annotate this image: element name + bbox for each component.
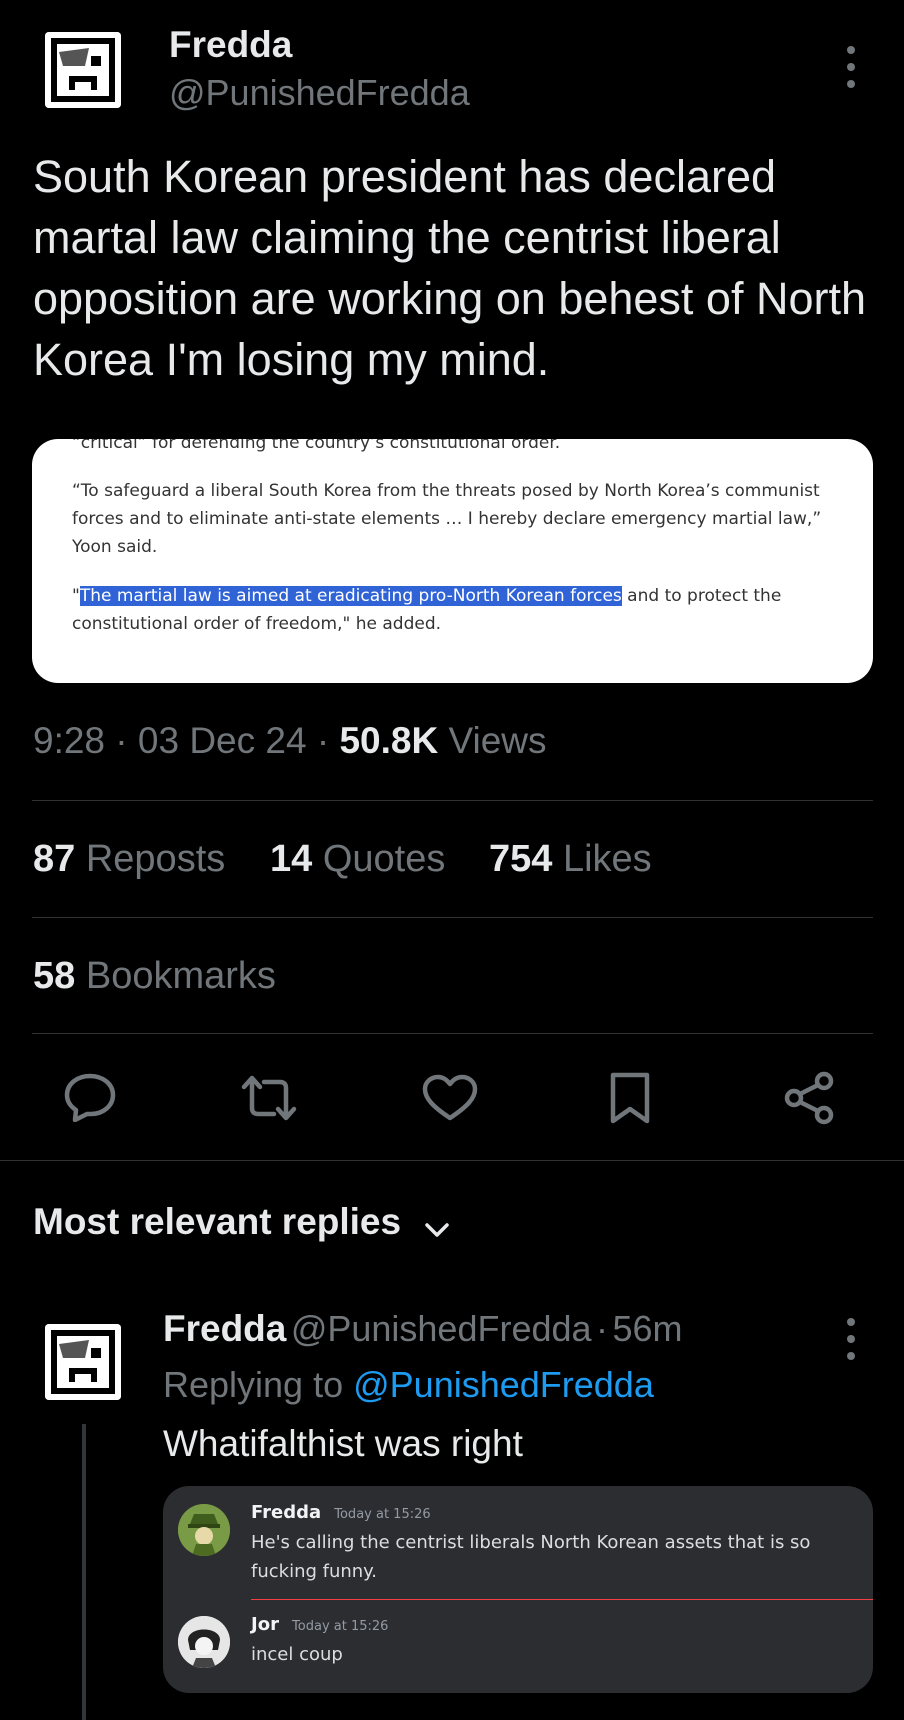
discord-avatar-jor <box>178 1616 230 1668</box>
discord-avatar-fredda <box>178 1504 230 1556</box>
replies-section-title: Most relevant replies <box>33 1201 402 1242</box>
chevron-down-icon <box>424 1223 449 1237</box>
bookmark-button[interactable] <box>607 1071 653 1130</box>
pixel-skull-avatar-icon <box>45 32 121 108</box>
likes-label: Likes <box>562 838 652 880</box>
replying-to: Replying to @PunishedFredda <box>163 1364 654 1406</box>
green-character-avatar-icon <box>178 1504 230 1556</box>
embed-paragraph-2: "The martial law is aimed at eradicating… <box>72 582 842 638</box>
reposts-label: Reposts <box>85 838 226 880</box>
discord-message-text: incel coup <box>251 1644 343 1665</box>
reply-text: Whatifalthist was right <box>163 1423 523 1464</box>
bookmarks-count: 58 <box>33 955 76 997</box>
bookmarks-label: Bookmarks <box>85 955 276 997</box>
replying-to-label: Replying to <box>163 1364 344 1405</box>
quotes-count: 14 <box>270 838 313 880</box>
likes-count: 754 <box>489 838 553 880</box>
share-icon <box>784 1071 834 1125</box>
author-name[interactable]: Fredda <box>169 24 292 66</box>
bookmark-icon <box>610 1072 650 1124</box>
embed-quote-mark: " <box>72 586 80 606</box>
views-label: Views <box>448 720 547 761</box>
pixel-skull-avatar-icon <box>45 1324 121 1400</box>
discord-message-text: He's calling the centrist liberals North… <box>251 1532 811 1582</box>
replies-sort-selector[interactable]: Most relevant replies <box>33 1201 452 1243</box>
quotes-label: Quotes <box>322 838 446 880</box>
discord-timestamp: Today at 15:26 <box>292 1619 389 1634</box>
embed-paragraph-1: “To safeguard a liberal South Korea from… <box>72 481 822 557</box>
embed-highlight: The martial law is aimed at eradicating … <box>79 586 622 606</box>
replying-to-handle[interactable]: @PunishedFredda <box>353 1364 654 1405</box>
more-options-icon[interactable] <box>847 46 857 97</box>
divider <box>32 1033 873 1034</box>
embed-cut-line: “critical” for defending the country’s c… <box>72 439 561 453</box>
like-button[interactable] <box>422 1074 478 1127</box>
reply-author-handle[interactable]: @PunishedFredda <box>291 1308 592 1349</box>
reply-author-name[interactable]: Fredda <box>163 1308 286 1349</box>
reply-icon <box>64 1073 116 1123</box>
discord-timestamp: Today at 15:26 <box>334 1507 431 1522</box>
author-avatar[interactable] <box>45 32 121 108</box>
like-icon <box>422 1074 478 1121</box>
views-count: 50.8K <box>339 720 439 761</box>
reply-author-avatar[interactable] <box>45 1324 121 1400</box>
tweet-text: South Korean president has declared mart… <box>33 151 867 385</box>
tweet-meta: 9:28 · 03 Dec 24 · 50.8K Views <box>33 720 547 761</box>
sketch-character-avatar-icon <box>178 1616 230 1668</box>
reply-button[interactable] <box>63 1072 117 1127</box>
discord-new-messages-divider <box>251 1599 873 1600</box>
reply-header: Fredda @PunishedFredda · 56m <box>163 1308 683 1349</box>
reply-more-options-icon[interactable] <box>847 1318 857 1369</box>
repost-icon <box>241 1075 297 1121</box>
reposts-count: 87 <box>33 838 76 880</box>
reposts-stat[interactable]: 87 Reposts <box>33 838 225 881</box>
tweet-date[interactable]: 03 Dec 24 <box>138 720 307 761</box>
thread-line <box>82 1424 86 1720</box>
share-button[interactable] <box>782 1071 838 1130</box>
divider <box>32 917 873 918</box>
quotes-stat[interactable]: 14 Quotes <box>270 838 445 881</box>
embedded-discord-screenshot[interactable]: Fredda Today at 15:26 He's calling the c… <box>163 1486 873 1693</box>
repost-button[interactable] <box>240 1074 298 1127</box>
embedded-article-screenshot[interactable]: “critical” for defending the country’s c… <box>32 439 873 683</box>
bookmarks-stat[interactable]: 58 Bookmarks <box>33 955 276 998</box>
discord-author-name: Jor <box>251 1614 279 1635</box>
divider <box>32 800 873 801</box>
likes-stat[interactable]: 754 Likes <box>489 838 652 881</box>
tweet-time[interactable]: 9:28 <box>33 720 105 761</box>
author-handle[interactable]: @PunishedFredda <box>169 72 470 114</box>
reply-age[interactable]: 56m <box>612 1308 682 1349</box>
section-divider <box>0 1160 904 1161</box>
discord-author-name: Fredda <box>251 1502 322 1523</box>
